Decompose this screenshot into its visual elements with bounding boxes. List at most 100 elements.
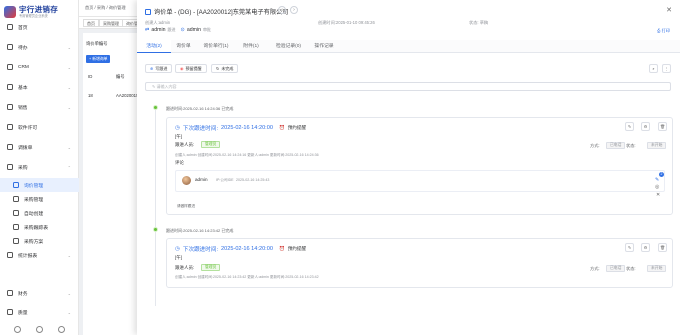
settings-icon[interactable]: ⚙ bbox=[641, 122, 650, 131]
tab-inquiry-lines[interactable]: 询价单行(1) bbox=[198, 40, 234, 53]
activity-type: [午] bbox=[175, 134, 183, 139]
activity-header: 跟进时间:2025-02-16 14:24:36 已完成 bbox=[166, 106, 234, 111]
tracking-icon bbox=[13, 224, 19, 230]
close-comment-icon[interactable]: ✕ bbox=[656, 192, 660, 198]
user-icon[interactable] bbox=[13, 325, 21, 333]
sidebar-item-label: 调拨单 bbox=[18, 145, 33, 151]
clock-icon: ◷ bbox=[175, 125, 180, 131]
activity-type: [午] bbox=[175, 255, 183, 260]
avatar bbox=[182, 176, 191, 185]
owner-row: ⇄ admin 跟进 ⊙ admin 审批 bbox=[145, 27, 211, 33]
edit-icon[interactable]: ✎ bbox=[625, 243, 634, 252]
print-button[interactable]: ⎙ 打印 bbox=[657, 28, 670, 34]
sidebar-item-inquiry[interactable]: 询价管理 bbox=[0, 178, 79, 192]
approve-icon: ⊙ bbox=[180, 27, 185, 33]
sidebar-item-finance[interactable]: 财务 ⌄ bbox=[0, 286, 79, 300]
sidebar-item-label: 采购方案 bbox=[24, 239, 44, 245]
sidebar-item-purchase-manage[interactable]: 采购管理 bbox=[0, 192, 79, 206]
comment-input[interactable]: ✎ 请输入内容 bbox=[145, 82, 671, 91]
sidebar-item-label: 软件许可 bbox=[18, 125, 38, 131]
inquiry-icon bbox=[13, 182, 19, 188]
tab-attachments[interactable]: 附件(1) bbox=[236, 40, 266, 53]
sidebar: 宇行进销存 专用管理员企业系统 首页 待办 ⌄ CRM ⌄ 基本 ⌄ 销售 ⌄ 软件许可 调拨单 ⌄ 采… bbox=[0, 0, 79, 335]
chevron-icon: ⌃ bbox=[67, 164, 71, 170]
method-tag[interactable]: 已电话 bbox=[606, 142, 626, 149]
finance-icon bbox=[7, 290, 13, 296]
sidebar-item-label: 销售 bbox=[18, 105, 28, 111]
sidebar-item-basic[interactable]: 基本 ⌄ bbox=[0, 80, 79, 94]
more-icon[interactable]: ⋮ bbox=[662, 64, 671, 73]
chevron-icon: ⌄ bbox=[67, 290, 71, 296]
purchase-icon bbox=[7, 164, 13, 170]
reminder-button[interactable]: ◉ 预留提醒 bbox=[175, 64, 207, 73]
sidebar-item-transfer[interactable]: 调拨单 ⌄ bbox=[0, 140, 79, 154]
sidebar-item-crm[interactable]: CRM ⌄ bbox=[0, 60, 79, 74]
tab-activity[interactable]: 活动(2) bbox=[137, 40, 171, 53]
auto-create-icon bbox=[13, 210, 19, 216]
edit-icon[interactable]: ✎ bbox=[625, 122, 634, 131]
sidebar-item-home[interactable]: 首页 bbox=[0, 20, 79, 34]
row-id[interactable]: 18 bbox=[88, 93, 93, 98]
breadcrumb-inquiry[interactable]: 询价管理 bbox=[109, 5, 126, 10]
new-inquiry-button[interactable]: + 新增询单 bbox=[86, 55, 111, 63]
search-icon[interactable]: ⌕ bbox=[649, 64, 658, 73]
sidebar-item-auto-create[interactable]: 自动创建 bbox=[0, 206, 79, 220]
chevron-icon: ⌄ bbox=[67, 44, 71, 50]
timeline-dot bbox=[153, 227, 158, 232]
status-label: 状态: 草稿 bbox=[469, 20, 489, 25]
row-no[interactable]: AA2020015 bbox=[116, 93, 138, 98]
delete-icon[interactable]: 🗑 bbox=[658, 122, 667, 131]
chevron-icon: ⌄ bbox=[67, 252, 71, 258]
comment-time: 2025-02-16 14:25:43 bbox=[236, 178, 270, 182]
settings-icon[interactable]: ⚙ bbox=[641, 243, 650, 252]
sidebar-item-todo[interactable]: 待办 ⌄ bbox=[0, 40, 79, 54]
list-panel: 询价单编号 + 新增询单 ID 编号 18 AA2020015 bbox=[83, 33, 139, 335]
chevron-icon: ⌄ bbox=[67, 309, 71, 315]
breadcrumb: 首页 / 采购 / 询价管理 bbox=[85, 5, 126, 10]
prev-record-icon[interactable]: ‹ bbox=[278, 6, 286, 14]
close-icon[interactable]: ✕ bbox=[666, 6, 672, 14]
basic-icon bbox=[7, 84, 13, 90]
breadcrumb-purchase[interactable]: 采购 bbox=[97, 5, 105, 10]
tab-inquiry[interactable]: 询价单 bbox=[171, 40, 196, 53]
app-logo[interactable]: 宇行进销存 专用管理员企业系统 bbox=[4, 3, 76, 20]
todo-icon bbox=[7, 44, 13, 50]
comment-text: 请做样跟进 bbox=[177, 204, 195, 208]
sidebar-item-quality[interactable]: 质量 ⌄ bbox=[0, 305, 79, 319]
next-record-icon[interactable]: › bbox=[290, 6, 298, 14]
next-followup-time: ◷ 下次跟进时间: 2025-02-16 14:20:00 ⏰ 预约提醒 bbox=[175, 124, 306, 132]
sidebar-item-plan[interactable]: 采购方案 bbox=[0, 234, 79, 248]
sidebar-item-label: 统计报表 bbox=[18, 253, 38, 259]
sidebar-item-sales[interactable]: 销售 ⌄ bbox=[0, 100, 79, 114]
tab-inspection[interactable]: 检验记录(0) bbox=[270, 40, 307, 53]
creator-label: 创建人:admin bbox=[145, 20, 171, 25]
status-tag[interactable]: 未开始 bbox=[647, 142, 667, 149]
people-label: 跟进人员: bbox=[175, 142, 195, 147]
home-icon bbox=[7, 24, 13, 30]
gear-icon[interactable] bbox=[35, 325, 43, 333]
sidebar-item-label: 基本 bbox=[18, 85, 28, 91]
owner-name[interactable]: admin bbox=[151, 27, 165, 33]
filter-incomplete-button[interactable]: ↻ 未完成 bbox=[211, 64, 239, 73]
comment-item: admin IP:公司IDE 2025-02-16 14:25:43 bbox=[175, 170, 665, 192]
delete-icon[interactable]: 🗑 bbox=[658, 243, 667, 252]
method-tag[interactable]: 已电话 bbox=[606, 265, 626, 272]
sidebar-footer bbox=[0, 323, 79, 335]
sidebar-item-purchase[interactable]: 采购 ⌃ bbox=[0, 160, 79, 174]
approver-name[interactable]: admin bbox=[187, 27, 201, 33]
sidebar-item-report[interactable]: 统计报表 ⌄ bbox=[0, 248, 79, 262]
sidebar-item-license[interactable]: 软件许可 bbox=[0, 120, 79, 134]
comment-section-label: 评论 bbox=[175, 160, 184, 165]
status-tag[interactable]: 未开始 bbox=[647, 265, 667, 272]
chat-icon[interactable]: ✎ bbox=[655, 177, 659, 183]
tab-operation-log[interactable]: 操作记录 bbox=[309, 40, 339, 53]
page-tab-home[interactable]: 首页 bbox=[83, 19, 99, 27]
power-icon[interactable] bbox=[58, 325, 66, 333]
add-followup-button[interactable]: ⊕ 写跟进 bbox=[145, 64, 173, 73]
bell-icon: ⏰ bbox=[278, 246, 285, 251]
page-tab-purchase[interactable]: 采购管理 bbox=[99, 19, 123, 27]
chevron-icon: ⌄ bbox=[67, 84, 71, 90]
breadcrumb-home[interactable]: 首页 bbox=[85, 5, 93, 10]
sidebar-item-tracking[interactable]: 采购跟踪表 bbox=[0, 220, 79, 234]
view-icon[interactable]: ◎ bbox=[655, 184, 659, 190]
